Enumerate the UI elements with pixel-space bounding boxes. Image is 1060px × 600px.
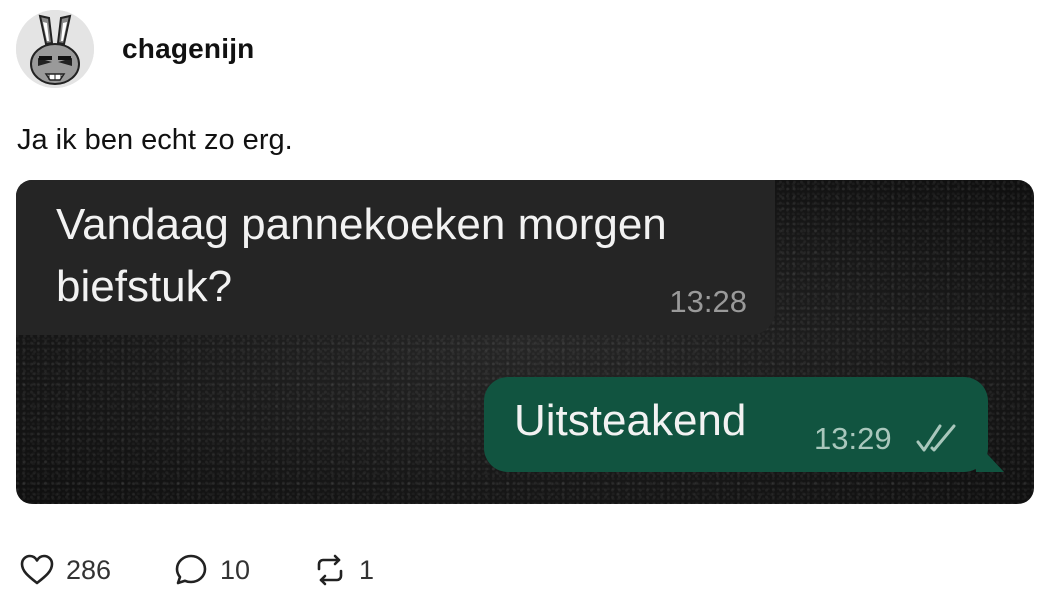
avatar[interactable] — [16, 10, 94, 88]
bunny-avatar-icon — [16, 10, 94, 88]
bubble-tail — [976, 442, 1004, 472]
repost-count: 1 — [359, 554, 375, 585]
incoming-message-bubble: Vandaag pannekoeken morgen biefstuk? 13:… — [16, 180, 775, 335]
incoming-message-text: Vandaag pannekoeken morgen biefstuk? — [56, 200, 667, 311]
post-actions: 286 10 1 — [20, 548, 374, 592]
like-count: 286 — [66, 554, 112, 585]
heart-icon — [20, 554, 54, 585]
outgoing-message-text: Uitsteakend — [514, 396, 747, 445]
username[interactable]: chagenijn — [122, 33, 255, 65]
repost-icon — [317, 554, 343, 586]
post-header: chagenijn — [16, 10, 255, 88]
like-button[interactable]: 286 — [20, 554, 174, 586]
double-check-icon — [916, 424, 956, 452]
outgoing-message-bubble: Uitsteakend 13:29 — [484, 377, 1004, 472]
reply-count: 10 — [220, 554, 251, 585]
outgoing-message-time: 13:29 — [814, 421, 892, 456]
reply-button[interactable]: 10 — [174, 553, 313, 587]
chat-screenshot: Vandaag pannekoeken morgen biefstuk? 13:… — [16, 180, 1034, 504]
speech-bubble-icon — [175, 554, 207, 585]
incoming-message-time: 13:28 — [669, 284, 747, 319]
post-card: chagenijn Ja ik ben echt zo erg. Vandaag… — [0, 0, 1060, 600]
post-caption: Ja ik ben echt zo erg. — [17, 124, 293, 156]
repost-button[interactable]: 1 — [313, 553, 374, 587]
